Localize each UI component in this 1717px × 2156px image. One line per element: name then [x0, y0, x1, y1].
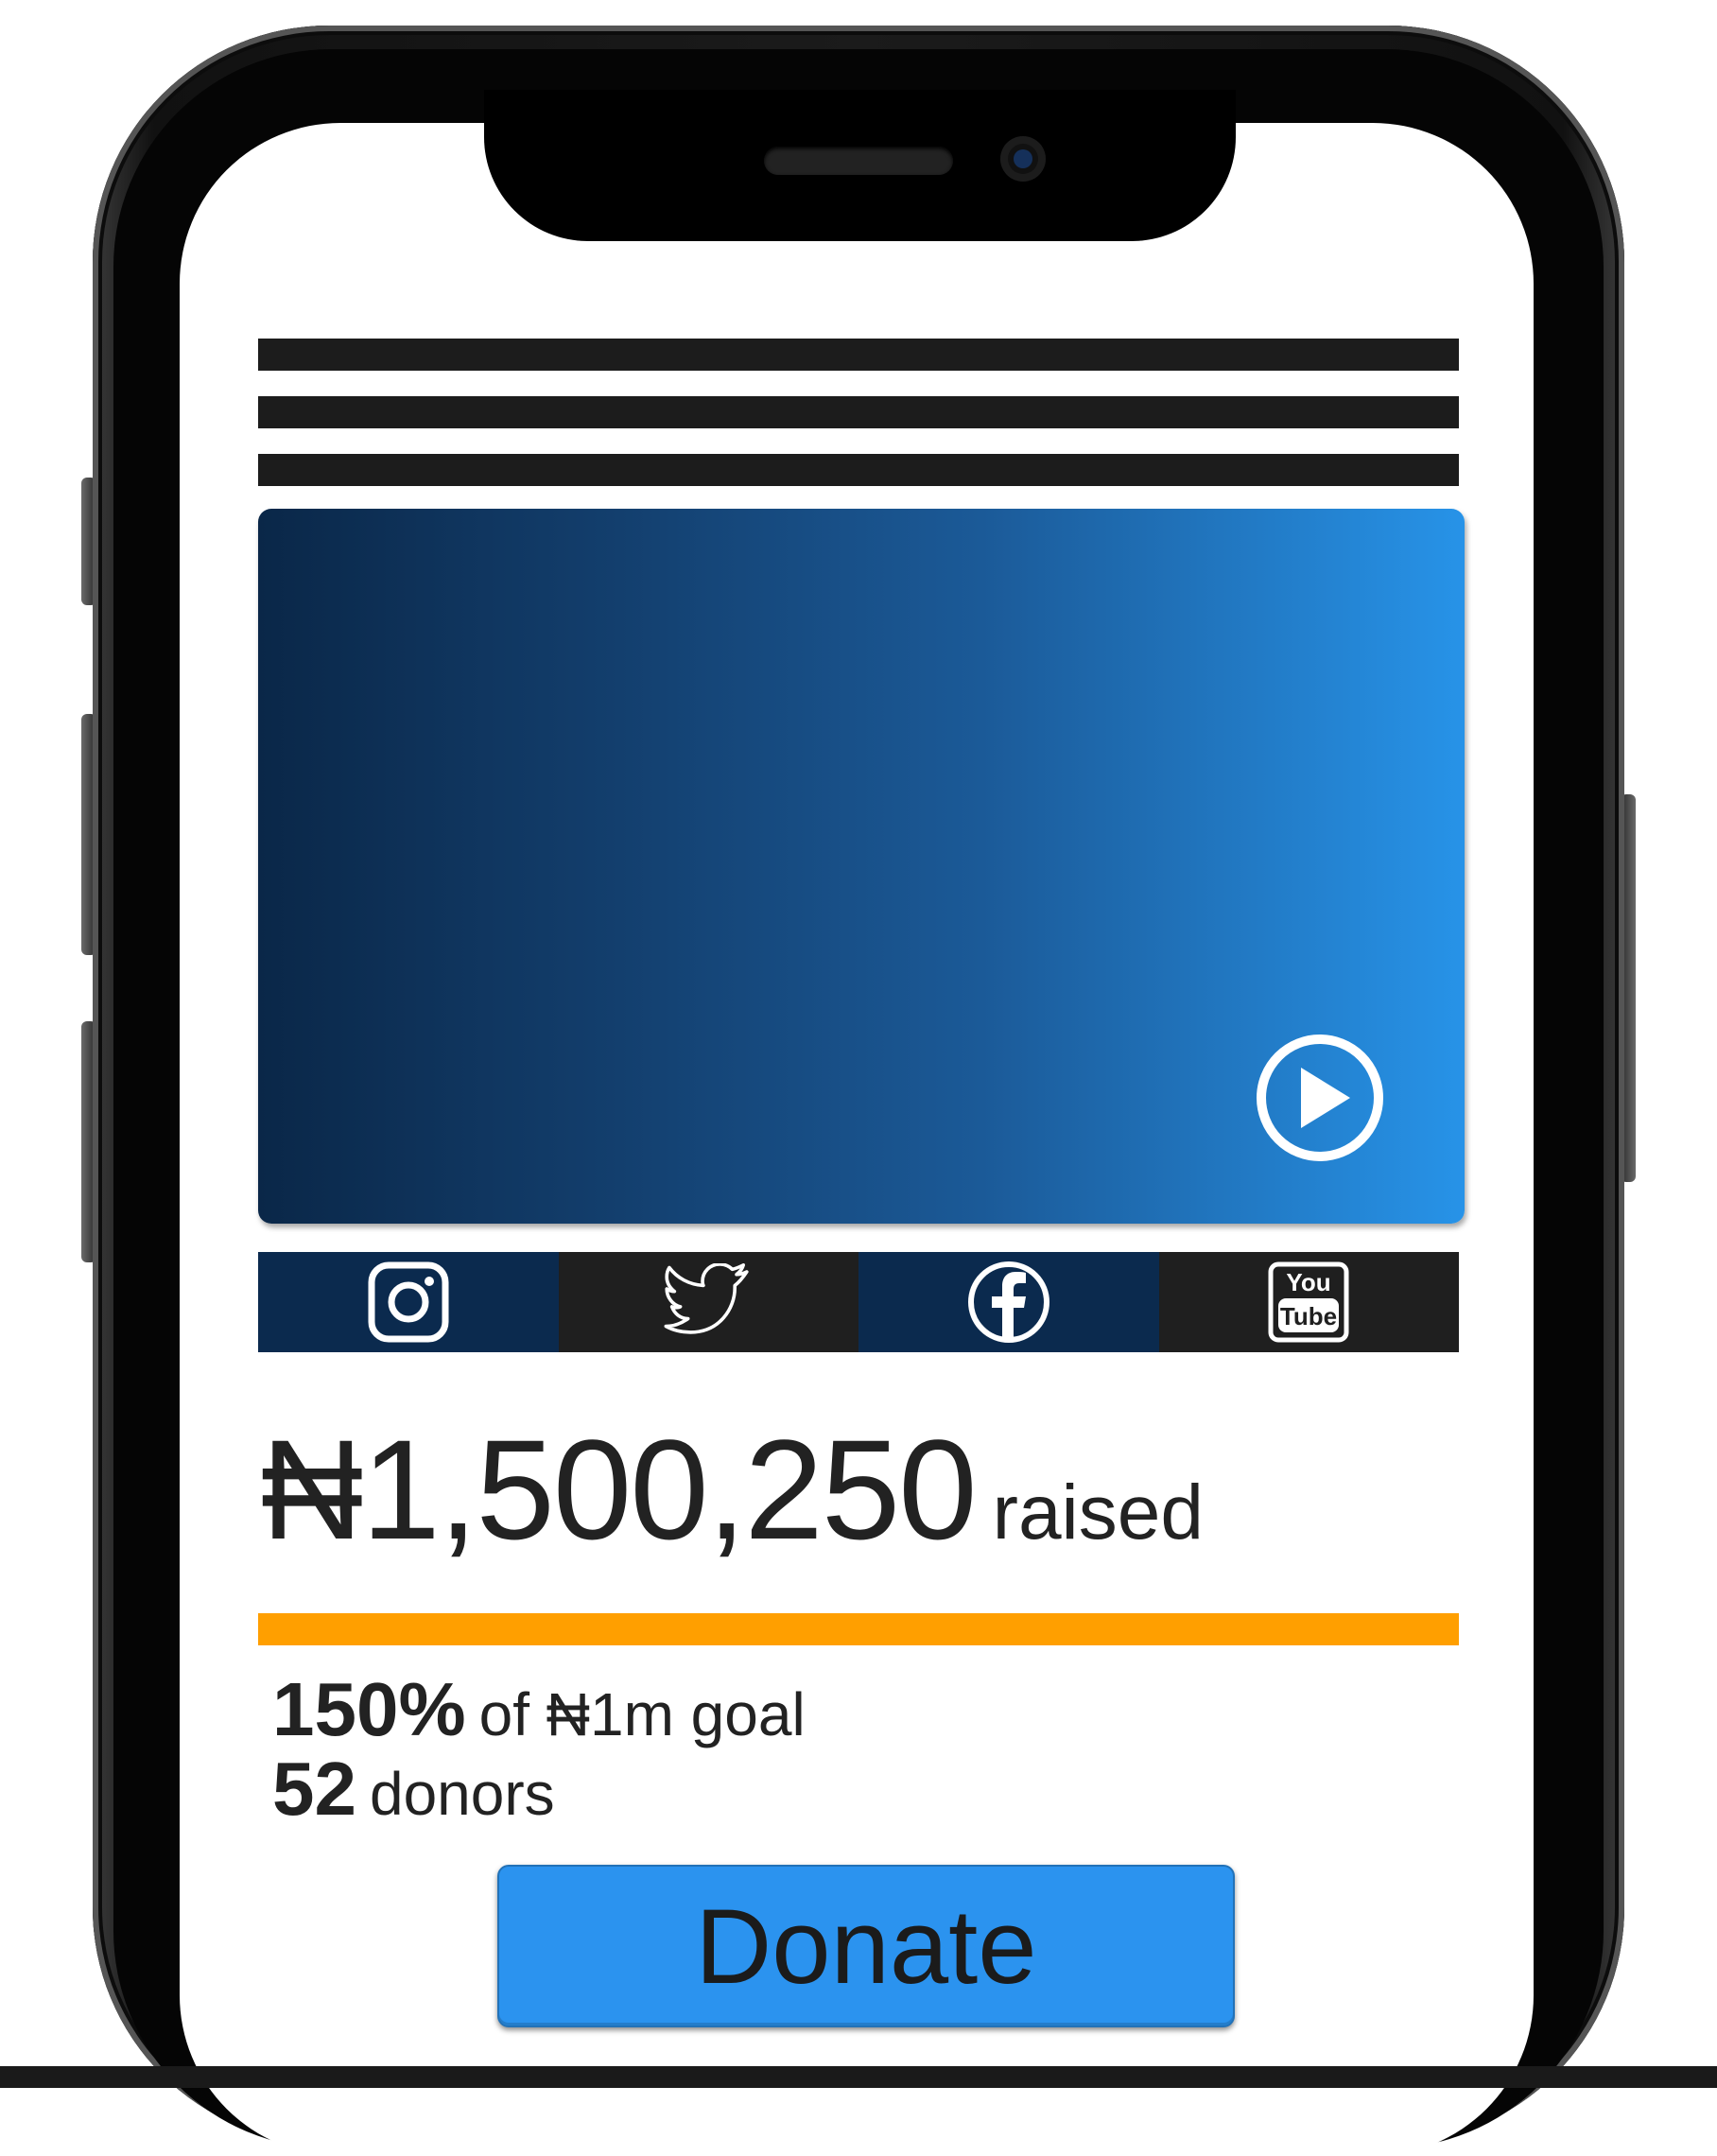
play-icon[interactable] — [1256, 1034, 1384, 1162]
progress-fill — [258, 1613, 1459, 1645]
twitter-share-button[interactable] — [558, 1252, 858, 1352]
facebook-share-button[interactable] — [858, 1252, 1159, 1352]
youtube-icon: You Tube — [1268, 1261, 1349, 1343]
social-share-bar: You Tube — [258, 1252, 1459, 1352]
menu-bar-line — [258, 396, 1459, 428]
hamburger-menu[interactable] — [258, 339, 1459, 512]
campaign-video[interactable] — [258, 509, 1465, 1224]
goal-percent: 150% — [272, 1667, 466, 1751]
twitter-icon — [664, 1263, 749, 1334]
instagram-share-button[interactable] — [258, 1252, 559, 1352]
menu-bar-line — [258, 339, 1459, 371]
instagram-icon — [368, 1261, 449, 1343]
raised-label: raised — [992, 1469, 1204, 1556]
youtube-share-button[interactable]: You Tube — [1158, 1252, 1459, 1352]
amount-raised-value: ₦1,500,250 — [261, 1410, 978, 1569]
donors-label: donors — [369, 1760, 555, 1828]
phone-bottom-edge — [0, 2066, 1717, 2088]
facebook-icon — [967, 1261, 1049, 1343]
menu-bar-line — [258, 454, 1459, 486]
svg-text:Tube: Tube — [1280, 1302, 1337, 1330]
donate-button[interactable]: Donate — [497, 1865, 1235, 2027]
amount-raised: ₦1,500,250 raised — [261, 1418, 1204, 1560]
front-camera — [1000, 136, 1046, 182]
goal-stat: 150% of ₦1m goal — [272, 1666, 806, 1753]
fundraising-progress-bar — [258, 1613, 1459, 1645]
speaker-grille — [764, 147, 953, 175]
goal-text: of ₦1m goal — [478, 1680, 806, 1748]
donors-stat: 52 donors — [272, 1746, 555, 1833]
svg-text:You: You — [1287, 1268, 1331, 1296]
donor-count: 52 — [272, 1747, 356, 1831]
